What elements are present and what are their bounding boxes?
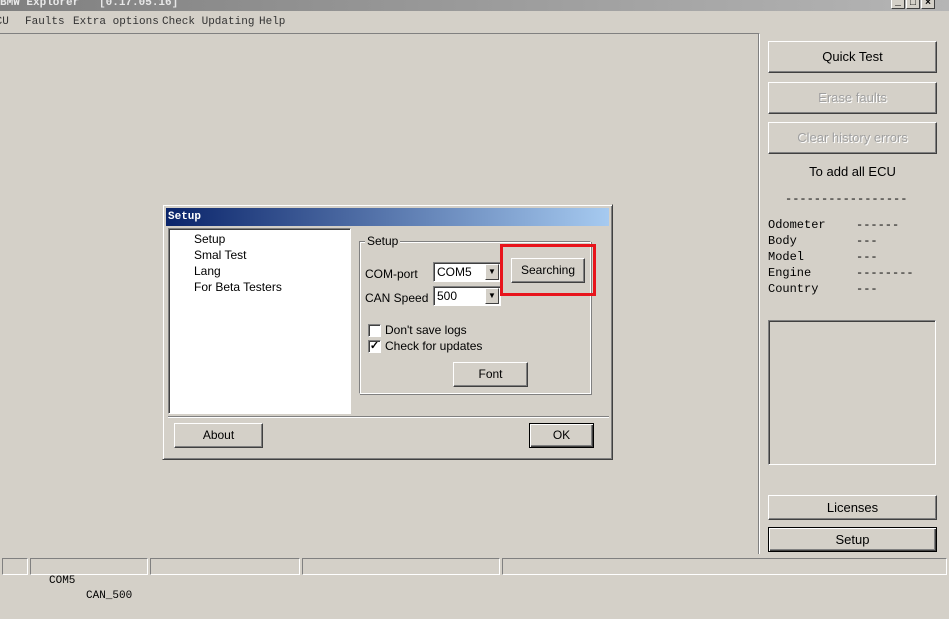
can-speed-value: 500 (437, 289, 458, 303)
group-caption: Setup (365, 234, 401, 248)
can-speed-label: CAN Speed (365, 291, 429, 305)
check-updates-checkbox[interactable]: ✓ (368, 340, 381, 353)
status-speed: CAN_500 (86, 590, 133, 602)
ok-button[interactable]: OK (529, 423, 594, 448)
engine-label: Engine (768, 266, 812, 280)
minimize-button[interactable]: _ (891, 0, 905, 9)
status-bar: COM5 CAN_500 (0, 556, 949, 602)
menu-bar: ECU Faults Extra options Check Updating … (0, 13, 949, 32)
dialog-separator (168, 416, 609, 418)
maximize-button[interactable]: □ (906, 0, 920, 9)
menu-extra-options[interactable]: Extra options (73, 16, 159, 28)
menu-faults[interactable]: Faults (25, 16, 65, 28)
add-ecu-label: To add all ECU (809, 164, 896, 179)
check-updates-label: Check for updates (385, 339, 483, 353)
chevron-down-icon[interactable]: ▼ (485, 264, 499, 280)
clear-history-button[interactable]: Clear history errors (768, 122, 937, 154)
status-cell-3 (302, 558, 500, 575)
country-label: Country (768, 282, 819, 296)
odometer-value: ------ (856, 218, 900, 232)
status-connection: COM5 CAN_500 (30, 558, 148, 602)
status-cell-2 (150, 558, 300, 575)
tree-item-beta-testers[interactable]: For Beta Testers (194, 280, 282, 294)
erase-faults-button[interactable]: Erase faults (768, 82, 937, 114)
ecu-info-panel (768, 320, 936, 465)
model-value: --- (856, 250, 878, 264)
status-cell-4 (502, 558, 947, 575)
com-port-value: COM5 (437, 265, 472, 279)
body-value: --- (856, 234, 878, 248)
dont-save-logs-label: Don't save logs (385, 323, 467, 337)
close-button[interactable]: × (921, 0, 935, 9)
country-value: --- (856, 282, 878, 296)
dont-save-logs-checkbox[interactable] (368, 324, 381, 337)
tree-item-smal-test[interactable]: Smal Test (194, 248, 246, 262)
settings-tree: Setup Smal Test Lang For Beta Testers (168, 228, 351, 414)
highlight-box (500, 244, 596, 296)
status-cell-empty (2, 558, 28, 575)
body-label: Body (768, 234, 797, 248)
menu-ecu[interactable]: ECU (0, 16, 9, 28)
dialog-title: Setup (168, 211, 202, 223)
licenses-button[interactable]: Licenses (768, 495, 937, 520)
status-port: COM5 (49, 575, 76, 587)
title-bar: BMW Explorer [0.17.05.16] _ □ × (0, 0, 949, 11)
chevron-down-icon[interactable]: ▼ (485, 288, 499, 304)
model-label: Model (768, 250, 805, 264)
about-button[interactable]: About (174, 423, 263, 448)
menu-check-updating[interactable]: Check Updating (162, 16, 254, 28)
dialog-title-bar: Setup (166, 208, 609, 226)
engine-value: -------- (856, 266, 914, 280)
menu-help[interactable]: Help (259, 16, 285, 28)
odometer-label: Odometer (768, 218, 826, 232)
checkmark-icon: ✓ (369, 340, 380, 352)
window-title: BMW Explorer [0.17.05.16] (0, 0, 179, 9)
tree-item-setup[interactable]: Setup (194, 232, 225, 246)
tree-item-lang[interactable]: Lang (194, 264, 221, 278)
setup-button[interactable]: Setup (768, 527, 937, 552)
can-speed-select[interactable]: 500 ▼ (433, 286, 501, 306)
quick-test-button[interactable]: Quick Test (768, 41, 937, 73)
divider-text: ----------------- (785, 192, 908, 206)
setup-dialog: Setup Setup Smal Test Lang For Beta Test… (162, 204, 613, 460)
com-port-label: COM-port (365, 267, 418, 281)
font-button[interactable]: Font (453, 362, 528, 387)
com-port-select[interactable]: COM5 ▼ (433, 262, 501, 282)
